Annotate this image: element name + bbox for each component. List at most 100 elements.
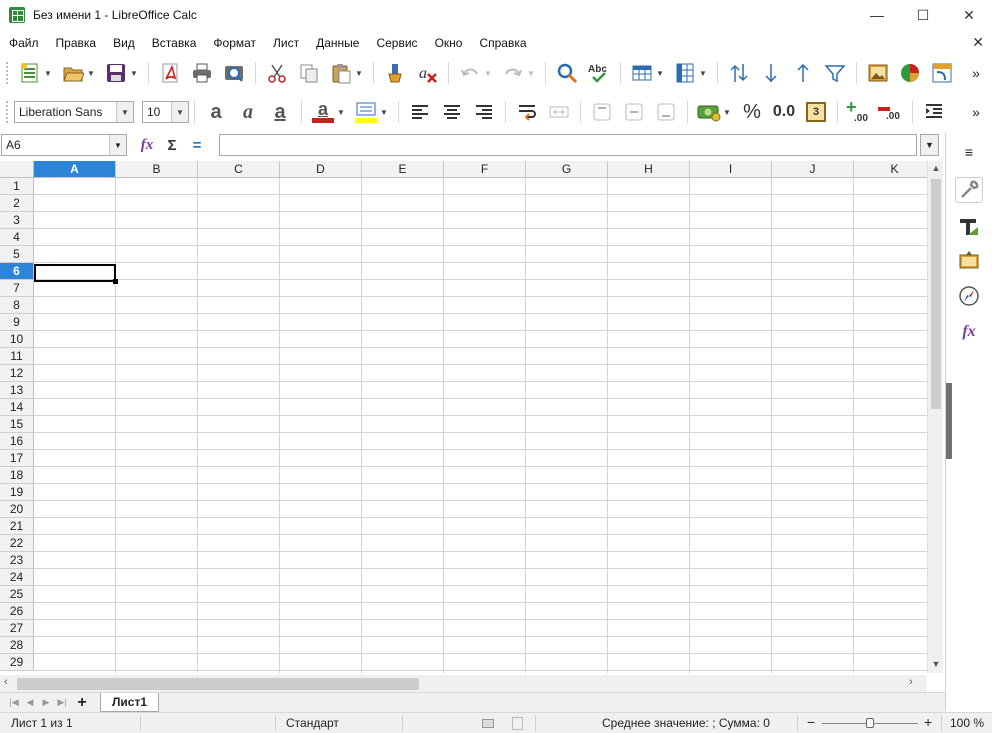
redo-icon[interactable]	[500, 60, 526, 86]
toolbar-overflow-button[interactable]: »	[963, 60, 989, 86]
row-header-14[interactable]: 14	[0, 399, 34, 416]
font-name-value[interactable]: Liberation Sans	[15, 105, 116, 119]
row-header-26[interactable]: 26	[0, 603, 34, 620]
row-header-15[interactable]: 15	[0, 416, 34, 433]
row-header-18[interactable]: 18	[0, 467, 34, 484]
column-header-j[interactable]: J	[772, 161, 854, 178]
page-style-text[interactable]: Стандарт	[286, 716, 339, 730]
row-header-8[interactable]: 8	[0, 297, 34, 314]
spreadsheet-grid[interactable]: ABCDEFGHIJK 1 2 3 4 5 6 7 8 9 10 11 12 13 14 15 16 17 18 1…	[0, 161, 927, 673]
last-sheet-icon[interactable]: ▶|	[54, 697, 70, 708]
open-dropdown[interactable]: ▼	[86, 69, 96, 78]
copy-icon[interactable]	[296, 60, 322, 86]
navigator-compass-icon[interactable]	[955, 283, 983, 309]
clone-formatting-icon[interactable]	[382, 60, 408, 86]
sidebar-collapse-handle[interactable]	[946, 383, 952, 459]
column-header-g[interactable]: G	[526, 161, 608, 178]
cell-area[interactable]	[34, 178, 927, 673]
name-box-value[interactable]: A6	[2, 138, 109, 152]
column-dropdown[interactable]: ▼	[698, 69, 708, 78]
cut-icon[interactable]	[264, 60, 290, 86]
font-size-value[interactable]: 10	[143, 105, 171, 119]
save-icon[interactable]	[103, 60, 129, 86]
row-header-9[interactable]: 9	[0, 314, 34, 331]
horizontal-scroll-thumb[interactable]	[17, 678, 419, 690]
delete-decimal-button[interactable]: .00	[878, 99, 904, 125]
highlight-dropdown[interactable]: ▼	[379, 108, 389, 117]
row-header-6[interactable]: 6	[0, 263, 34, 280]
number-format-button[interactable]: 0.0	[771, 99, 797, 125]
align-vcenter-icon[interactable]	[621, 99, 647, 125]
print-icon[interactable]	[189, 60, 215, 86]
font-name-combo[interactable]: Liberation Sans ▼	[14, 101, 134, 123]
undo-icon[interactable]	[457, 60, 483, 86]
row-header-21[interactable]: 21	[0, 518, 34, 535]
align-bottom-icon[interactable]	[653, 99, 679, 125]
vertical-scrollbar[interactable]: ▲ ▼	[927, 161, 943, 673]
font-color-dropdown[interactable]: ▼	[336, 108, 346, 117]
row-dropdown[interactable]: ▼	[655, 69, 665, 78]
currency-dropdown[interactable]: ▼	[722, 108, 732, 117]
toolbar-overflow-button[interactable]: »	[963, 99, 989, 125]
expand-formula-bar-button[interactable]: ▼	[920, 134, 939, 156]
next-sheet-icon[interactable]: ▶	[38, 697, 54, 708]
redo-dropdown[interactable]: ▼	[526, 69, 536, 78]
function-wizard-icon[interactable]: fx	[136, 135, 158, 155]
font-name-dropdown[interactable]: ▼	[116, 102, 133, 122]
menu-tools[interactable]: Сервис	[367, 36, 425, 50]
menu-window[interactable]: Окно	[426, 36, 471, 50]
previous-sheet-icon[interactable]: ◀	[22, 697, 38, 708]
row-icon[interactable]	[629, 60, 655, 86]
row-header-5[interactable]: 5	[0, 246, 34, 263]
formula-input[interactable]	[219, 134, 917, 156]
font-size-dropdown[interactable]: ▼	[171, 102, 188, 122]
scroll-right-arrow[interactable]: ›	[909, 676, 913, 688]
selection-summary-text[interactable]: Среднее значение: ; Сумма: 0	[602, 716, 770, 730]
align-left-icon[interactable]	[407, 99, 433, 125]
sort-ascending-icon[interactable]	[758, 60, 784, 86]
column-header-f[interactable]: F	[444, 161, 526, 178]
date-format-button[interactable]: 3	[803, 99, 829, 125]
zoom-in-button[interactable]: +	[924, 714, 932, 730]
scroll-down-arrow[interactable]: ▼	[928, 659, 944, 673]
currency-format-icon[interactable]	[696, 99, 722, 125]
menu-sheet[interactable]: Лист	[264, 36, 307, 50]
find-replace-icon[interactable]	[554, 60, 580, 86]
font-size-combo[interactable]: 10 ▼	[142, 101, 189, 123]
sort-descending-icon[interactable]	[790, 60, 816, 86]
menu-data[interactable]: Данные	[307, 36, 367, 50]
name-box[interactable]: A6 ▼	[1, 134, 127, 156]
spelling-icon[interactable]: Abc	[586, 60, 612, 86]
column-header-a[interactable]: A	[34, 161, 116, 178]
row-header-28[interactable]: 28	[0, 637, 34, 654]
scroll-up-arrow[interactable]: ▲	[928, 163, 944, 177]
paste-dropdown[interactable]: ▼	[354, 69, 364, 78]
italic-button[interactable]: a	[235, 99, 261, 125]
close-document-button[interactable]: ✕	[972, 34, 984, 51]
properties-wrench-icon[interactable]	[955, 177, 983, 203]
sum-icon[interactable]: Σ	[161, 135, 183, 155]
row-header-17[interactable]: 17	[0, 450, 34, 467]
row-header-10[interactable]: 10	[0, 331, 34, 348]
autofilter-icon[interactable]	[822, 60, 848, 86]
export-pdf-icon[interactable]	[157, 60, 183, 86]
new-document-icon[interactable]	[17, 60, 43, 86]
save-dropdown[interactable]: ▼	[129, 69, 139, 78]
wrap-text-icon[interactable]	[514, 99, 540, 125]
styles-icon[interactable]	[955, 213, 983, 239]
gallery-icon[interactable]	[955, 247, 983, 273]
print-preview-icon[interactable]	[221, 60, 247, 86]
maximize-button[interactable]: ☐	[900, 0, 946, 30]
underline-button[interactable]: a	[267, 99, 293, 125]
menu-format[interactable]: Формат	[204, 36, 264, 50]
sort-icon[interactable]	[726, 60, 752, 86]
open-folder-icon[interactable]	[60, 60, 86, 86]
font-color-button[interactable]: a	[310, 99, 336, 125]
align-top-icon[interactable]	[589, 99, 615, 125]
column-header-c[interactable]: C	[198, 161, 280, 178]
row-header-4[interactable]: 4	[0, 229, 34, 246]
sheet-tab[interactable]: Лист1	[100, 693, 160, 712]
paste-icon[interactable]	[328, 60, 354, 86]
selection-mode-icon[interactable]	[482, 719, 494, 728]
new-dropdown[interactable]: ▼	[43, 69, 53, 78]
